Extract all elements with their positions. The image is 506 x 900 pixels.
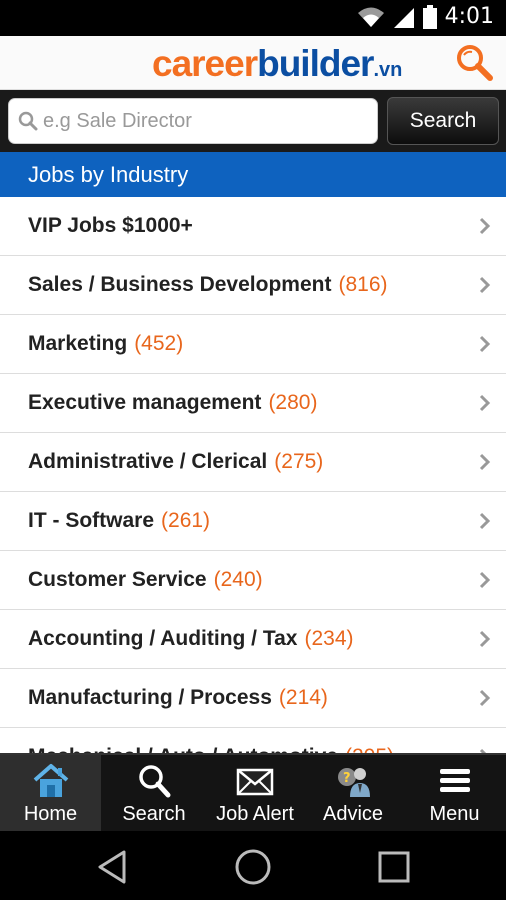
industry-label: Accounting / Auditing / Tax	[28, 627, 298, 650]
industry-count: (240)	[213, 568, 263, 591]
list-item-manufacturing[interactable]: Manufacturing / Process (214)	[0, 669, 506, 728]
status-bar: 4:01	[0, 0, 506, 36]
industry-count: (280)	[268, 391, 318, 414]
industry-label: Executive management	[28, 391, 262, 414]
industry-count: (275)	[274, 450, 324, 473]
magnifier-icon[interactable]	[454, 43, 494, 83]
nav-label: Home	[23, 803, 78, 825]
logo-part-career: career	[152, 43, 258, 84]
list-item-vip-jobs[interactable]: VIP Jobs $1000+	[0, 197, 506, 256]
search-field[interactable]	[8, 98, 378, 144]
list-item-executive[interactable]: Executive management (280)	[0, 374, 506, 433]
industry-label: Sales / Business Development	[28, 273, 332, 296]
industry-count: (261)	[161, 509, 211, 532]
chevron-right-icon	[479, 689, 491, 707]
search-icon	[18, 111, 38, 131]
industry-list: VIP Jobs $1000+ Sales / Business Develop…	[0, 197, 506, 753]
list-item-it-software[interactable]: IT - Software (261)	[0, 492, 506, 551]
search-input[interactable]	[43, 105, 373, 137]
industry-label: Customer Service	[28, 568, 207, 591]
chevron-right-icon	[479, 217, 491, 235]
chevron-right-icon	[479, 335, 491, 353]
industry-count: (816)	[338, 273, 388, 296]
bottom-nav: Home Search Job Alert ? Advice Menu	[0, 753, 506, 831]
nav-menu[interactable]: Menu	[403, 755, 506, 831]
status-time: 4:01	[444, 4, 494, 29]
app-header: careerbuilder.vn	[0, 36, 506, 90]
signal-icon	[393, 7, 414, 28]
chevron-right-icon	[479, 630, 491, 648]
nav-job-alert[interactable]: Job Alert	[207, 755, 303, 831]
nav-advice[interactable]: ? Advice	[303, 755, 403, 831]
industry-count: (452)	[134, 332, 184, 355]
section-title: Jobs by Industry	[0, 152, 506, 197]
industry-count: (205)	[345, 745, 394, 753]
industry-count: (234)	[304, 627, 354, 650]
nav-label: Menu	[429, 803, 480, 825]
home-circle-icon[interactable]	[233, 847, 273, 887]
list-item-marketing[interactable]: Marketing (452)	[0, 315, 506, 374]
advice-icon: ?	[338, 768, 370, 797]
nav-label: Advice	[322, 803, 384, 825]
industry-label: Manufacturing / Process	[28, 686, 272, 709]
menu-icon	[439, 769, 470, 792]
chevron-right-icon	[479, 453, 491, 471]
logo-part-builder: builder	[257, 43, 374, 84]
search-button[interactable]: Search	[387, 97, 499, 145]
chevron-right-icon	[479, 276, 491, 294]
status-icons: 4:01	[357, 4, 494, 29]
industry-label: VIP Jobs $1000+	[28, 214, 193, 237]
home-icon	[33, 764, 68, 797]
industry-label: Mechanical / Auto / Automotive	[28, 745, 338, 753]
industry-label: Marketing	[28, 332, 128, 355]
list-item-customer-service[interactable]: Customer Service (240)	[0, 551, 506, 610]
wifi-icon	[357, 7, 384, 27]
back-icon[interactable]	[94, 847, 134, 887]
svg-text:?: ?	[343, 771, 351, 786]
careerbuilder-logo[interactable]: careerbuilder.vn	[152, 42, 402, 92]
system-nav-bar	[0, 831, 506, 900]
chevron-right-icon	[479, 571, 491, 589]
envelope-icon	[236, 768, 274, 796]
list-item-administrative[interactable]: Administrative / Clerical (275)	[0, 433, 506, 492]
nav-label: Job Alert	[216, 803, 294, 825]
industry-count: (214)	[278, 686, 328, 709]
recents-icon[interactable]	[374, 847, 414, 887]
search-bar: Search	[0, 90, 506, 152]
list-item-sales[interactable]: Sales / Business Development (816)	[0, 256, 506, 315]
nav-home[interactable]: Home	[0, 755, 101, 831]
logo-tld: .vn	[373, 59, 403, 81]
nav-label: Search	[122, 803, 186, 825]
industry-label: IT - Software	[28, 509, 155, 532]
chevron-right-icon	[479, 512, 491, 530]
search-icon	[139, 765, 171, 798]
nav-search[interactable]: Search	[101, 755, 207, 831]
industry-label: Administrative / Clerical	[28, 450, 268, 473]
list-item-mechanical[interactable]: Mechanical / Auto / Automotive (205)	[0, 728, 506, 753]
battery-icon	[422, 4, 437, 29]
list-item-accounting[interactable]: Accounting / Auditing / Tax (234)	[0, 610, 506, 669]
chevron-right-icon	[479, 394, 491, 412]
